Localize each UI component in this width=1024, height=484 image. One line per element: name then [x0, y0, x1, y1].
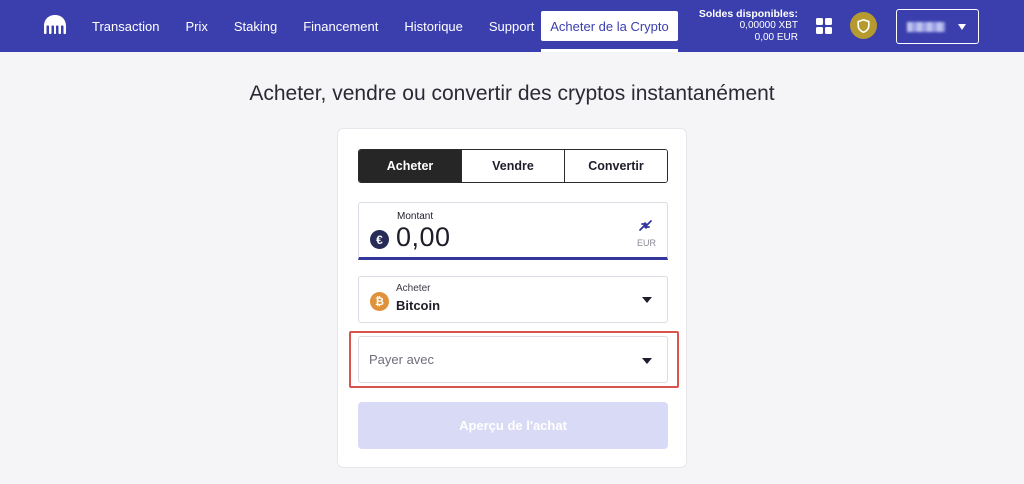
buy-crypto-tab[interactable]: Acheter de la Crypto: [541, 11, 678, 52]
asset-label: Acheter: [396, 283, 431, 294]
tab-vendre[interactable]: Vendre: [461, 150, 564, 182]
shield-icon: [857, 18, 870, 33]
chevron-down-icon: [642, 297, 652, 303]
chevron-down-icon: [642, 358, 652, 364]
page-title: Acheter, vendre ou convertir des cryptos…: [249, 82, 775, 105]
top-nav: Transaction Prix Staking Financement His…: [0, 0, 1024, 52]
amount-unit: EUR: [636, 238, 656, 248]
asset-select[interactable]: ₿ Acheter Bitcoin: [358, 276, 668, 323]
balance-xbt: 0,00000 XBT: [739, 20, 798, 31]
balances-title: Soldes disponibles:: [698, 8, 798, 20]
preview-purchase-button[interactable]: Aperçu de l'achat: [358, 402, 668, 449]
trade-card: Acheter Vendre Convertir Montant € 0,00 …: [337, 128, 687, 468]
balances-summary: Soldes disponibles: 0,00000 XBT 0,00 EUR: [686, 8, 798, 44]
amount-value[interactable]: 0,00: [396, 222, 451, 253]
asset-value: Bitcoin: [396, 298, 441, 313]
nav-link-prix[interactable]: Prix: [185, 19, 207, 34]
euro-icon: €: [370, 230, 389, 249]
nav-links: Transaction Prix Staking Financement His…: [92, 0, 560, 52]
tab-acheter[interactable]: Acheter: [359, 150, 461, 182]
account-dropdown[interactable]: [896, 9, 979, 44]
nav-link-historique[interactable]: Historique: [404, 19, 463, 34]
chevron-down-icon: [958, 24, 966, 30]
account-name-redacted: [907, 21, 945, 32]
tab-convertir[interactable]: Convertir: [564, 150, 667, 182]
nav-link-support[interactable]: Support: [489, 19, 535, 34]
nav-link-financement[interactable]: Financement: [303, 19, 378, 34]
pay-with-placeholder: Payer avec: [369, 352, 435, 367]
bitcoin-icon: ₿: [370, 292, 389, 311]
trade-tabs: Acheter Vendre Convertir: [358, 149, 668, 183]
swap-arrows-icon[interactable]: [637, 219, 653, 233]
apps-grid-icon[interactable]: [816, 18, 832, 34]
nav-link-staking[interactable]: Staking: [234, 19, 277, 34]
verification-badge[interactable]: [850, 12, 877, 39]
kraken-logo-icon[interactable]: [43, 14, 67, 36]
pay-with-select[interactable]: Payer avec: [358, 336, 668, 383]
balance-eur: 0,00 EUR: [754, 32, 798, 43]
amount-label: Montant: [397, 211, 434, 222]
amount-field[interactable]: Montant € 0,00 EUR: [358, 202, 668, 260]
nav-link-transaction[interactable]: Transaction: [92, 19, 159, 34]
